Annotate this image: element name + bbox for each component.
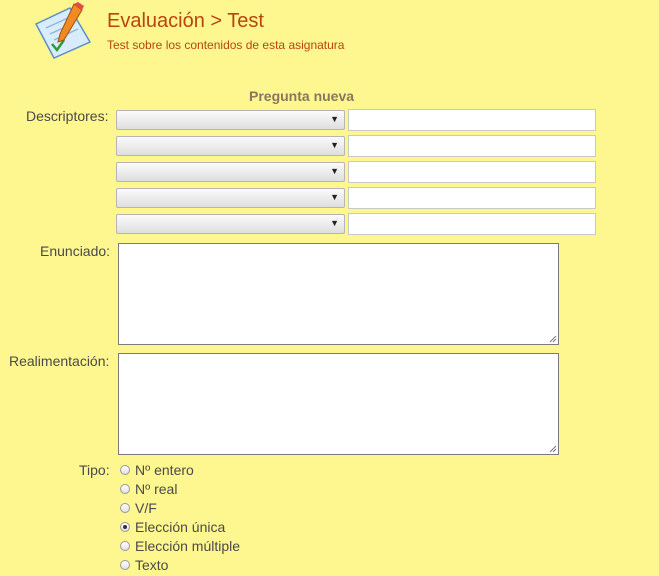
radio-button[interactable]: [120, 560, 130, 570]
resize-grip-icon[interactable]: [549, 335, 557, 343]
statement-textarea[interactable]: [118, 243, 559, 345]
dropdown-arrow-icon: ▼: [330, 166, 339, 176]
type-option-label: Nº real: [135, 481, 178, 497]
dropdown-arrow-icon: ▼: [330, 114, 339, 124]
feedback-label: Realimentación:: [9, 353, 110, 369]
type-option[interactable]: Texto: [120, 556, 168, 574]
type-option-label: V/F: [135, 500, 157, 516]
descriptor-input-2[interactable]: [348, 135, 596, 157]
page-title: Evaluación > Test: [107, 10, 264, 32]
descriptor-input-4[interactable]: [348, 187, 596, 209]
descriptor-select-1[interactable]: ▼: [116, 110, 345, 130]
type-option[interactable]: V/F: [120, 499, 157, 517]
radio-button[interactable]: [120, 484, 130, 494]
radio-button[interactable]: [120, 541, 130, 551]
radio-button[interactable]: [120, 522, 130, 532]
dropdown-arrow-icon: ▼: [330, 192, 339, 202]
type-option-label: Texto: [135, 557, 169, 573]
page-subtitle: Test sobre los contenidos de esta asigna…: [107, 38, 345, 52]
type-option[interactable]: Nº entero: [120, 461, 194, 479]
form-title: Pregunta nueva: [249, 88, 355, 104]
type-label: Tipo:: [79, 462, 110, 478]
resize-grip-icon[interactable]: [549, 445, 557, 453]
descriptor-input-1[interactable]: [348, 109, 596, 131]
descriptor-input-3[interactable]: [348, 161, 596, 183]
descriptors-label: Descriptores:: [26, 108, 109, 124]
descriptor-input-5[interactable]: [348, 213, 596, 235]
page-header: Evaluación > Test Test sobre los conteni…: [0, 0, 659, 70]
descriptor-select-4[interactable]: ▼: [116, 188, 345, 208]
radio-button[interactable]: [120, 503, 130, 513]
radio-button[interactable]: [120, 465, 130, 475]
feedback-textarea[interactable]: [118, 353, 559, 455]
type-option-label: Nº entero: [135, 462, 194, 478]
test-pencil-icon: [34, 2, 92, 59]
statement-label: Enunciado:: [40, 243, 111, 259]
dropdown-arrow-icon: ▼: [330, 140, 339, 150]
type-option[interactable]: Nº real: [120, 480, 177, 498]
type-option-label: Elección única: [135, 519, 226, 535]
type-option-label: Elección múltiple: [135, 538, 241, 554]
descriptor-select-2[interactable]: ▼: [116, 136, 345, 156]
type-option[interactable]: Elección múltiple: [120, 537, 240, 555]
dropdown-arrow-icon: ▼: [330, 218, 339, 228]
descriptor-select-5[interactable]: ▼: [116, 214, 345, 234]
descriptor-select-3[interactable]: ▼: [116, 162, 345, 182]
type-option[interactable]: Elección única: [120, 518, 225, 536]
